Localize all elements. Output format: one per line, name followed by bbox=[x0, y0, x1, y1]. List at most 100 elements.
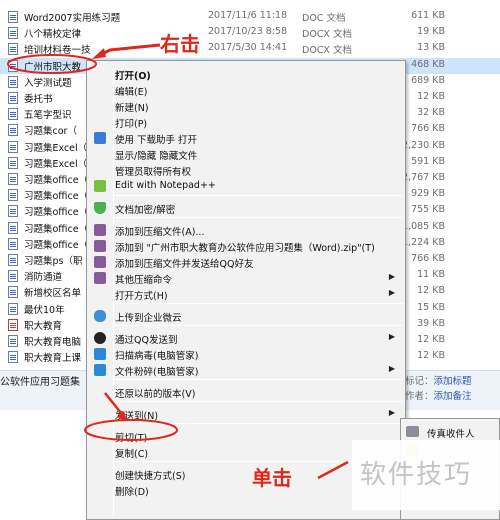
file-size: 611 KB bbox=[411, 10, 445, 21]
cloud-icon bbox=[93, 309, 107, 323]
menu-item-label: 添加到 "广州市职大教育办公软件应用习题集（Word).zip"(T) bbox=[115, 243, 375, 254]
single-click-annotation: 单击 bbox=[252, 466, 292, 490]
menu-item[interactable]: 打开方式(H) ▶ bbox=[89, 285, 403, 303]
menu-separator bbox=[115, 195, 403, 196]
qq-icon bbox=[93, 331, 107, 345]
menu-item-label: 添加到压缩文件并发送给QQ好友 bbox=[115, 259, 254, 270]
submenu-arrow-icon: ▶ bbox=[388, 288, 395, 297]
submenu-item-label: 传真收件人 bbox=[427, 429, 475, 440]
doc-icon bbox=[8, 108, 18, 121]
file-size: 13 KB bbox=[417, 42, 445, 54]
details-title: 公软件应用习题集 bbox=[0, 377, 80, 388]
doc-icon bbox=[8, 221, 18, 234]
details-field-value[interactable]: 添加标题 bbox=[434, 376, 472, 387]
file-name: Word2007实用练习题 bbox=[24, 13, 121, 24]
doc-icon bbox=[8, 237, 18, 250]
file-row[interactable]: 八个精校定律 2017/10/23 8:58 DOCX 文档 19 KB bbox=[0, 25, 500, 41]
menu-item-label: 使用 下载助手 打开 bbox=[115, 135, 198, 146]
details-field-value[interactable]: 添加备注 bbox=[434, 391, 472, 402]
menu-item-label: 剪切(T) bbox=[115, 433, 148, 444]
menu-item-label: 显示/隐藏 隐藏文件 bbox=[115, 151, 198, 162]
right-click-annotation: 右击 bbox=[160, 32, 200, 56]
doc-icon bbox=[8, 254, 18, 266]
menu-item-label: Edit with Notepad++ bbox=[115, 180, 216, 191]
details-field-tag[interactable]: 标记：添加标题 bbox=[405, 373, 472, 387]
menu-item-label: 添加到压缩文件(A)... bbox=[115, 227, 205, 238]
guard-icon bbox=[93, 347, 107, 361]
doc-icon bbox=[8, 124, 18, 137]
menu-item-label: 还原以前的版本(V) bbox=[115, 389, 196, 400]
menu-item-label: 通过QQ发送到 bbox=[115, 335, 178, 346]
menu-item-label: 打开方式(H) bbox=[115, 291, 168, 302]
menu-item-label: 删除(D) bbox=[115, 487, 149, 498]
submenu-arrow-icon: ▶ bbox=[388, 408, 395, 417]
file-type: DOCX 文档 bbox=[302, 45, 352, 57]
menu-item-label: 上传到企业微云 bbox=[115, 313, 182, 324]
archive-icon bbox=[93, 223, 107, 237]
doc-icon bbox=[8, 156, 18, 169]
menu-item[interactable]: 还原以前的版本(V) bbox=[89, 383, 403, 401]
menu-item-label: 发送到(N) bbox=[115, 411, 159, 422]
menu-item[interactable]: 文件粉碎(电脑管家) ▶ bbox=[89, 361, 403, 379]
archive-icon bbox=[93, 255, 107, 269]
menu-item-label: 新建(N) bbox=[115, 103, 149, 114]
doc-icon bbox=[8, 43, 18, 56]
menu-item-label: 打印(P) bbox=[115, 119, 148, 130]
menu-item[interactable]: 上传到企业微云 bbox=[89, 307, 403, 325]
archive-icon bbox=[93, 239, 107, 253]
doc-red-icon bbox=[8, 318, 18, 331]
menu-item-label: 文档加密/解密 bbox=[115, 205, 176, 216]
menu-separator bbox=[115, 401, 403, 402]
menu-item-label: 其他压缩命令 bbox=[115, 275, 173, 286]
menu-item-label: 扫描病毒(电脑管家) bbox=[115, 351, 199, 362]
submenu-arrow-icon: ▶ bbox=[388, 364, 395, 373]
menu-separator bbox=[115, 379, 403, 380]
submenu-arrow-icon: ▶ bbox=[388, 332, 395, 341]
menu-item[interactable]: 文档加密/解密 bbox=[89, 199, 403, 217]
doc-icon bbox=[8, 173, 18, 185]
menu-item-label: 管理员取得所有权 bbox=[115, 167, 192, 178]
menu-item[interactable]: Edit with Notepad++ bbox=[89, 177, 403, 195]
file-date: 2017/5/30 14:41 bbox=[208, 42, 288, 54]
menu-item-label: 创建快捷方式(S) bbox=[115, 471, 186, 482]
menu-item[interactable]: 发送到(N) ▶ bbox=[89, 405, 403, 423]
menu-item-label: 文件粉碎(电脑管家) bbox=[115, 367, 199, 378]
details-field-label: 作者： bbox=[405, 391, 434, 402]
details-field-author[interactable]: 作者：添加备注 bbox=[405, 388, 472, 402]
menu-item-label: 复制(C) bbox=[115, 449, 149, 460]
notepad-icon bbox=[93, 179, 107, 193]
file-type: DOC 文档 bbox=[302, 13, 346, 24]
file-date: 2017/10/23 8:58 bbox=[208, 26, 288, 38]
doc-icon bbox=[8, 75, 18, 88]
file-row[interactable]: Word2007实用练习题 2017/11/6 11:18 DOC 文档 611 KB bbox=[0, 9, 500, 25]
doc-icon bbox=[8, 286, 18, 299]
doc-icon bbox=[8, 189, 18, 202]
file-date: 2017/11/6 11:18 bbox=[208, 10, 288, 21]
doc-icon bbox=[8, 351, 18, 364]
doc-icon bbox=[8, 92, 18, 104]
menu-item-label: 编辑(E) bbox=[115, 87, 148, 98]
shield-icon bbox=[93, 201, 107, 215]
doc-icon bbox=[8, 335, 18, 347]
menu-separator bbox=[115, 423, 403, 424]
doc-icon bbox=[8, 302, 18, 315]
watermark-text: 软件技巧 bbox=[360, 460, 473, 490]
fax-icon bbox=[406, 426, 419, 437]
submenu-arrow-icon: ▶ bbox=[388, 272, 395, 281]
watermark: 软件技巧 bbox=[352, 440, 500, 510]
guard-icon bbox=[93, 363, 107, 377]
doc-icon bbox=[8, 270, 18, 283]
details-field-label: 标记： bbox=[405, 376, 434, 387]
doc-icon bbox=[8, 11, 18, 23]
menu-separator bbox=[115, 217, 403, 218]
file-row[interactable]: 培训材料卷一技 2017/5/30 14:41 DOCX 文档 13 KB bbox=[0, 41, 500, 57]
menu-separator bbox=[115, 303, 403, 304]
doc-icon bbox=[8, 27, 18, 40]
menu-item-label: 打开(O) bbox=[115, 71, 151, 82]
doc-icon bbox=[8, 59, 18, 72]
file-type: DOCX 文档 bbox=[302, 29, 352, 41]
download-icon bbox=[93, 131, 107, 145]
archive-icon bbox=[93, 271, 107, 285]
doc-icon bbox=[8, 205, 18, 218]
submenu-item[interactable]: 传真收件人 bbox=[401, 423, 500, 441]
